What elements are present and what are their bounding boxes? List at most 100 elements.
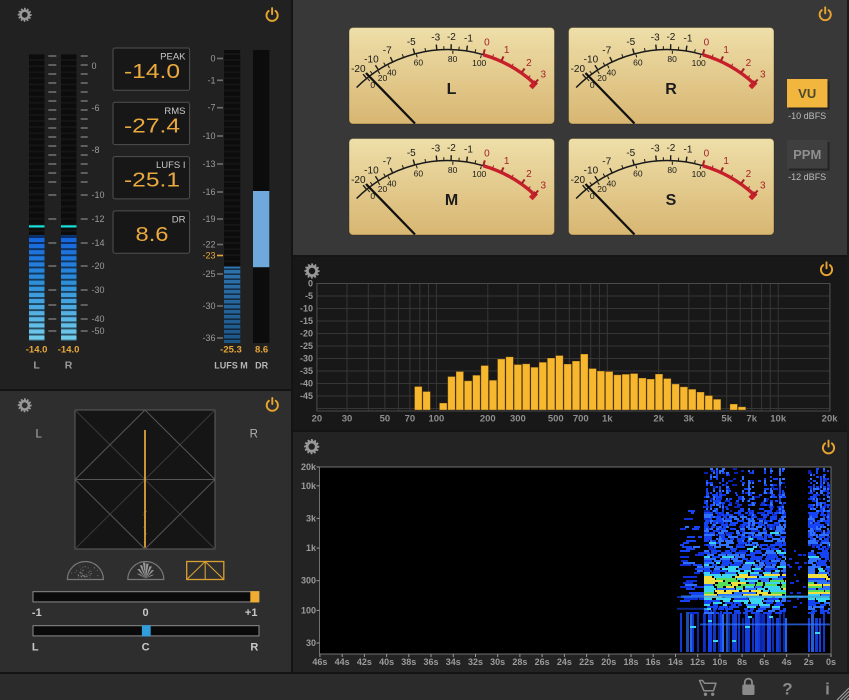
svg-text:300: 300	[301, 576, 316, 586]
svg-text:-30: -30	[92, 285, 105, 295]
svg-text:0: 0	[484, 149, 490, 160]
svg-text:-10: -10	[202, 131, 215, 141]
svg-text:-5: -5	[626, 37, 635, 48]
svg-text:1k: 1k	[602, 414, 613, 425]
svg-text:1: 1	[504, 156, 510, 167]
svg-text:-1: -1	[207, 75, 215, 85]
svg-text:-7: -7	[207, 103, 215, 113]
svg-text:20: 20	[312, 414, 323, 425]
svg-text:1: 1	[504, 45, 510, 56]
svg-text:40: 40	[607, 68, 617, 78]
svg-text:-10 dBFS: -10 dBFS	[788, 111, 826, 121]
svg-text:R: R	[250, 428, 258, 440]
svg-text:20: 20	[597, 184, 607, 194]
svg-text:10k: 10k	[301, 481, 317, 491]
svg-text:-1: -1	[32, 607, 42, 619]
svg-text:-3: -3	[651, 33, 660, 44]
svg-text:24s: 24s	[557, 657, 572, 667]
svg-text:LUFS M: LUFS M	[214, 361, 248, 371]
svg-text:-1: -1	[684, 34, 693, 45]
svg-text:20: 20	[597, 73, 607, 83]
svg-text:5k: 5k	[721, 414, 732, 425]
svg-text:42s: 42s	[357, 657, 372, 667]
svg-text:0: 0	[484, 38, 490, 49]
svg-text:10k: 10k	[770, 414, 787, 425]
svg-text:32s: 32s	[468, 657, 483, 667]
svg-text:8.6: 8.6	[136, 223, 169, 246]
svg-text:-10: -10	[300, 304, 313, 314]
svg-text:60: 60	[414, 168, 424, 178]
svg-text:-16: -16	[202, 187, 215, 197]
svg-text:500: 500	[548, 414, 564, 425]
svg-text:-5: -5	[407, 37, 416, 48]
svg-text:-12: -12	[92, 214, 105, 224]
svg-text:R: R	[250, 641, 258, 653]
svg-text:14s: 14s	[668, 657, 683, 667]
svg-text:100: 100	[472, 169, 486, 179]
svg-text:60: 60	[633, 168, 643, 178]
svg-text:-23: -23	[202, 251, 215, 261]
svg-text:-36: -36	[202, 333, 215, 343]
svg-text:-12 dBFS: -12 dBFS	[788, 172, 826, 182]
svg-text:-20: -20	[351, 64, 366, 75]
svg-text:-50: -50	[92, 326, 105, 336]
svg-text:46s: 46s	[312, 657, 327, 667]
svg-text:-25: -25	[202, 269, 215, 279]
svg-text:100: 100	[301, 605, 316, 615]
svg-text:12s: 12s	[690, 657, 705, 667]
svg-text:-14: -14	[92, 238, 105, 248]
svg-text:100: 100	[692, 169, 706, 179]
svg-text:1: 1	[723, 156, 729, 167]
svg-text:16s: 16s	[646, 657, 661, 667]
svg-text:3k: 3k	[306, 513, 317, 523]
svg-text:-10: -10	[364, 54, 379, 65]
svg-text:34s: 34s	[446, 657, 461, 667]
svg-text:-25.1: -25.1	[124, 169, 180, 192]
svg-text:22s: 22s	[579, 657, 594, 667]
svg-text:80: 80	[667, 54, 677, 64]
svg-text:C: C	[142, 641, 150, 653]
svg-text:40: 40	[387, 179, 397, 189]
svg-text:-7: -7	[383, 46, 392, 57]
svg-text:-20: -20	[571, 64, 586, 75]
svg-text:40: 40	[387, 68, 397, 78]
svg-text:-20: -20	[92, 261, 105, 271]
svg-text:-10: -10	[92, 190, 105, 200]
svg-text:2: 2	[746, 169, 752, 180]
svg-text:-1: -1	[684, 145, 693, 156]
svg-text:-30: -30	[202, 301, 215, 311]
svg-text:L: L	[35, 428, 42, 440]
svg-text:20: 20	[378, 73, 388, 83]
svg-text:-2: -2	[666, 143, 675, 154]
svg-text:100: 100	[472, 58, 486, 68]
svg-text:DR: DR	[172, 214, 186, 225]
svg-text:-20: -20	[300, 329, 313, 339]
svg-text:-7: -7	[602, 46, 611, 57]
svg-text:18s: 18s	[623, 657, 638, 667]
svg-text:2s: 2s	[804, 657, 814, 667]
svg-text:0: 0	[704, 149, 710, 160]
svg-text:+1: +1	[245, 607, 258, 619]
svg-text:-7: -7	[602, 157, 611, 168]
svg-text:-7: -7	[383, 157, 392, 168]
svg-text:100: 100	[692, 58, 706, 68]
svg-text:2: 2	[746, 58, 752, 69]
svg-text:-5: -5	[407, 148, 416, 159]
svg-text:-2: -2	[447, 32, 456, 43]
svg-text:PPM: PPM	[793, 147, 821, 162]
svg-text:2: 2	[526, 169, 532, 180]
svg-text:-5: -5	[305, 291, 313, 301]
svg-text:10s: 10s	[712, 657, 727, 667]
svg-text:80: 80	[667, 165, 677, 175]
svg-text:6s: 6s	[759, 657, 769, 667]
svg-text:-10: -10	[584, 165, 599, 176]
svg-text:R: R	[65, 360, 73, 372]
svg-text:L: L	[32, 641, 39, 653]
svg-text:-45: -45	[300, 391, 313, 401]
svg-text:-40: -40	[300, 379, 313, 389]
svg-text:3: 3	[760, 181, 766, 192]
svg-text:50: 50	[380, 414, 391, 425]
svg-text:1k: 1k	[306, 543, 317, 553]
svg-text:3k: 3k	[684, 414, 695, 425]
svg-text:0: 0	[143, 607, 149, 619]
